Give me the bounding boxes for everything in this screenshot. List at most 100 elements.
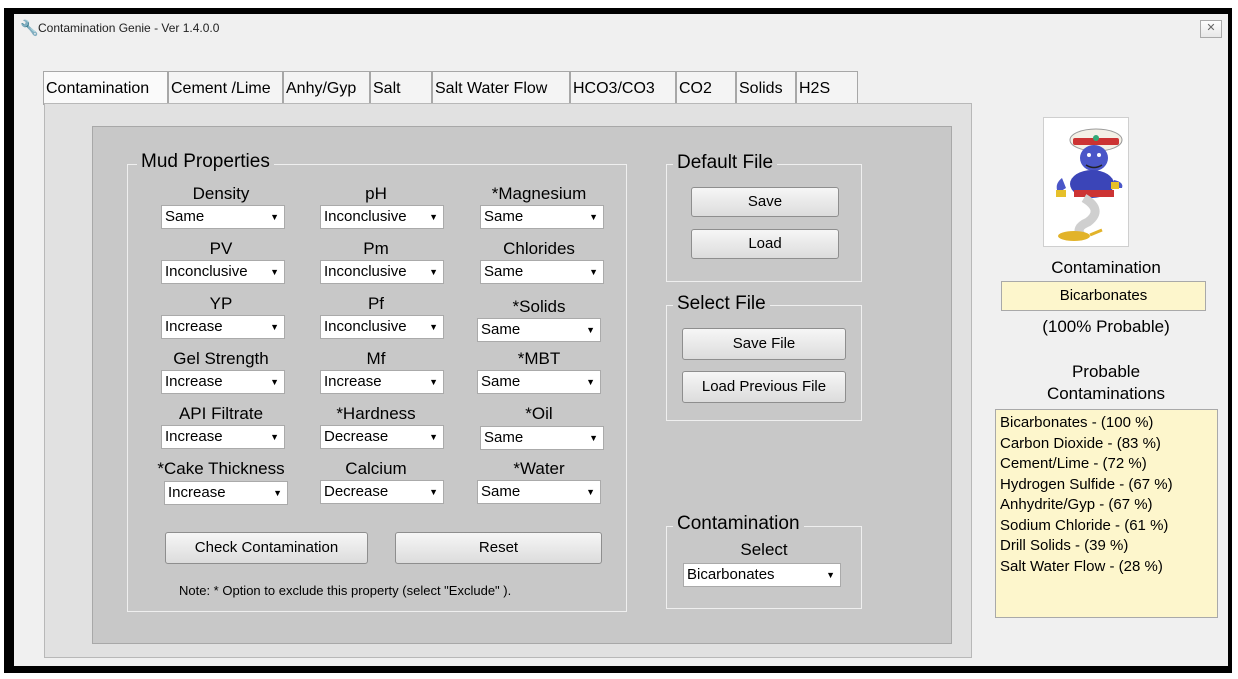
api-filtrate-dropdown[interactable]: Increase ▼	[161, 425, 285, 449]
dropdown-arrow-icon: ▼	[429, 322, 438, 332]
list-item[interactable]: Bicarbonates - (100 %)	[1000, 413, 1213, 434]
contamination-select-title: Contamination	[673, 513, 804, 535]
dropdown-value: Bicarbonates	[687, 566, 775, 583]
dropdown-arrow-icon: ▼	[270, 432, 279, 442]
dropdown-value: Inconclusive	[324, 318, 407, 335]
default-file-group	[666, 164, 862, 282]
tab-contamination[interactable]: Contamination	[43, 71, 168, 105]
default-save-button[interactable]: Save	[691, 187, 839, 217]
contamination-result-value: Bicarbonates	[1001, 281, 1206, 311]
dropdown-value: Same	[481, 321, 521, 338]
calcium-label: Calcium	[345, 459, 407, 478]
dropdown-value: Same	[165, 208, 205, 225]
tab-co2[interactable]: CO2	[676, 71, 736, 103]
dropdown-arrow-icon: ▼	[270, 322, 279, 332]
list-item[interactable]: Hydrogen Sulfide - (67 %)	[1000, 475, 1213, 496]
hardness-label: *Hardness	[336, 404, 416, 423]
list-item[interactable]: Drill Solids - (39 %)	[1000, 536, 1213, 557]
contamination-dropdown[interactable]: Bicarbonates ▼	[683, 563, 841, 587]
tab-anhy-gyp[interactable]: Anhy/Gyp	[283, 71, 370, 103]
oil-dropdown[interactable]: Same ▼	[480, 426, 604, 450]
dropdown-value: Increase	[168, 484, 226, 501]
dropdown-arrow-icon: ▼	[586, 377, 595, 387]
wrench-icon: 🔧	[20, 20, 39, 37]
tab-cement-lime[interactable]: Cement /Lime	[168, 71, 283, 103]
yp-dropdown[interactable]: Increase ▼	[161, 315, 285, 339]
select-label: Select	[740, 540, 788, 559]
water-dropdown[interactable]: Same ▼	[477, 480, 601, 504]
dropdown-arrow-icon: ▼	[273, 488, 282, 498]
exclude-note: Note: * Option to exclude this property …	[179, 583, 512, 598]
oil-label: *Oil	[525, 404, 553, 423]
dropdown-value: Same	[484, 429, 524, 446]
dropdown-value: Same	[481, 373, 521, 390]
mbt-dropdown[interactable]: Same ▼	[477, 370, 601, 394]
pf-label: Pf	[367, 294, 385, 313]
tab-salt[interactable]: Salt	[370, 71, 432, 103]
dropdown-arrow-icon: ▼	[589, 433, 598, 443]
ph-label: pH	[365, 184, 387, 203]
title-bar: 🔧 Contamination Genie - Ver 1.4.0.0 ✕	[14, 14, 1228, 42]
pv-dropdown[interactable]: Inconclusive ▼	[161, 260, 285, 284]
window-client: 🔧 Contamination Genie - Ver 1.4.0.0 ✕ Co…	[14, 14, 1228, 666]
tab-hco3-co3[interactable]: HCO3/CO3	[570, 71, 676, 103]
list-item[interactable]: Salt Water Flow - (28 %)	[1000, 557, 1213, 578]
dropdown-arrow-icon: ▼	[429, 377, 438, 387]
pf-dropdown[interactable]: Inconclusive ▼	[320, 315, 444, 339]
genie-logo	[1043, 117, 1129, 247]
pm-label: Pm	[363, 239, 389, 258]
solids-label: *Solids	[512, 297, 566, 316]
dropdown-arrow-icon: ▼	[589, 267, 598, 277]
dropdown-value: Increase	[324, 373, 382, 390]
dropdown-value: Increase	[165, 373, 223, 390]
list-item[interactable]: Carbon Dioxide - (83 %)	[1000, 434, 1213, 455]
density-dropdown[interactable]: Same ▼	[161, 205, 285, 229]
mud-properties-title: Mud Properties	[137, 151, 274, 173]
dropdown-arrow-icon: ▼	[429, 432, 438, 442]
gel-strength-label: Gel Strength	[173, 349, 269, 368]
select-file-title: Select File	[673, 293, 770, 315]
dropdown-value: Decrease	[324, 483, 389, 500]
dropdown-arrow-icon: ▼	[270, 267, 279, 277]
calcium-dropdown[interactable]: Decrease ▼	[320, 480, 444, 504]
dropdown-value: Inconclusive	[324, 208, 407, 225]
chlorides-label: Chlorides	[503, 239, 575, 258]
gel-strength-dropdown[interactable]: Increase ▼	[161, 370, 285, 394]
tab-salt-water-flow[interactable]: Salt Water Flow	[432, 71, 570, 103]
water-label: *Water	[513, 459, 565, 478]
probable-contaminations-list[interactable]: Bicarbonates - (100 %) Carbon Dioxide - …	[995, 409, 1218, 618]
list-item[interactable]: Cement/Lime - (72 %)	[1000, 454, 1213, 475]
mf-dropdown[interactable]: Increase ▼	[320, 370, 444, 394]
dropdown-arrow-icon: ▼	[429, 212, 438, 222]
ph-dropdown[interactable]: Inconclusive ▼	[320, 205, 444, 229]
mbt-label: *MBT	[517, 349, 561, 368]
default-file-title: Default File	[673, 152, 778, 174]
dropdown-arrow-icon: ▼	[586, 487, 595, 497]
default-load-button[interactable]: Load	[691, 229, 839, 259]
solids-dropdown[interactable]: Same ▼	[477, 318, 601, 342]
list-item[interactable]: Sodium Chloride - (61 %)	[1000, 516, 1213, 537]
cake-thickness-dropdown[interactable]: Increase ▼	[164, 481, 288, 505]
dropdown-arrow-icon: ▼	[270, 377, 279, 387]
list-item[interactable]: Anhydrite/Gyp - (67 %)	[1000, 495, 1213, 516]
save-file-button[interactable]: Save File	[682, 328, 846, 360]
dropdown-value: Same	[484, 208, 524, 225]
probability-text: (100% Probable)	[1042, 317, 1170, 336]
reset-button[interactable]: Reset	[395, 532, 602, 564]
tab-solids[interactable]: Solids	[736, 71, 796, 103]
tab-h2s[interactable]: H2S	[796, 71, 858, 103]
magnesium-dropdown[interactable]: Same ▼	[480, 205, 604, 229]
contamination-result-label: Contamination	[1051, 258, 1161, 277]
check-contamination-button[interactable]: Check Contamination	[165, 532, 368, 564]
dropdown-value: Increase	[165, 318, 223, 335]
dropdown-arrow-icon: ▼	[429, 487, 438, 497]
pm-dropdown[interactable]: Inconclusive ▼	[320, 260, 444, 284]
density-label: Density	[192, 184, 250, 203]
dropdown-value: Increase	[165, 428, 223, 445]
chlorides-dropdown[interactable]: Same ▼	[480, 260, 604, 284]
hardness-dropdown[interactable]: Decrease ▼	[320, 425, 444, 449]
dropdown-arrow-icon: ▼	[826, 570, 835, 580]
load-previous-file-button[interactable]: Load Previous File	[682, 371, 846, 403]
close-button[interactable]: ✕	[1200, 20, 1222, 38]
dropdown-arrow-icon: ▼	[586, 325, 595, 335]
